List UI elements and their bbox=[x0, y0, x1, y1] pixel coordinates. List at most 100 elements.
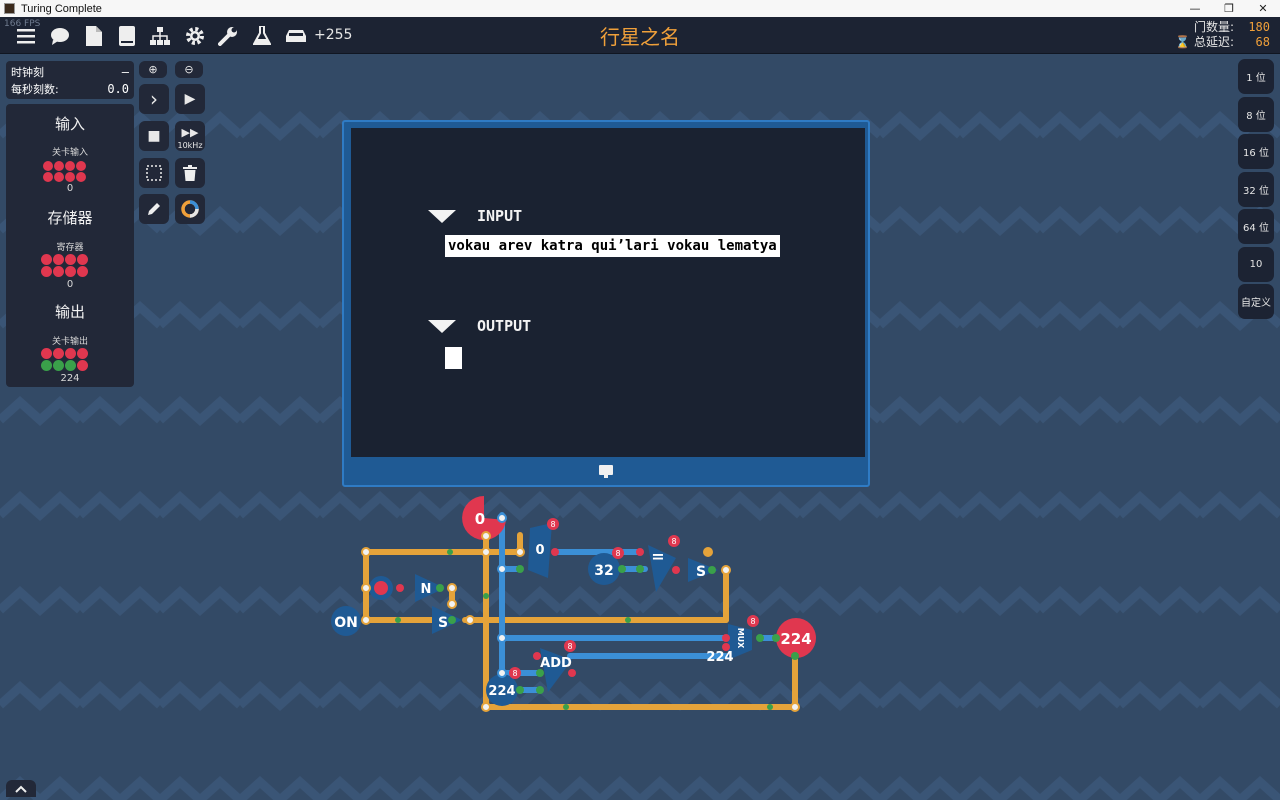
bit-16-button[interactable]: 16 位 bbox=[1238, 134, 1274, 169]
level-output-value: 224 bbox=[60, 373, 80, 384]
tps-value: 0.0 bbox=[107, 82, 129, 96]
color-wheel-icon bbox=[181, 200, 199, 218]
play-icon: ▶ bbox=[184, 91, 196, 107]
menu-icon[interactable] bbox=[15, 25, 37, 47]
close-button[interactable]: ✕ bbox=[1246, 0, 1280, 17]
wrench-icon[interactable] bbox=[217, 25, 239, 47]
fast-forward-button[interactable]: ▶▶ 10kHz bbox=[175, 121, 205, 151]
level-input-label: 关卡输入 bbox=[51, 148, 88, 158]
delete-button[interactable] bbox=[175, 158, 205, 188]
accumulator-node-label: 224 bbox=[488, 684, 515, 699]
zoom-out-icon: ⊖ bbox=[184, 63, 194, 76]
minimize-button[interactable]: — bbox=[1178, 0, 1212, 17]
console-window: INPUT vokau arev katra qui’lari vokau le… bbox=[342, 120, 870, 487]
flask-icon[interactable] bbox=[251, 25, 273, 47]
svg-text:8: 8 bbox=[550, 520, 555, 529]
output-header: OUTPUT bbox=[477, 317, 532, 335]
switch-node-bottom-label: S bbox=[438, 615, 448, 631]
input-text-box: vokau arev katra qui’lari vokau lematya bbox=[445, 235, 780, 257]
gear-icon[interactable] bbox=[184, 25, 206, 47]
svg-text:8: 8 bbox=[671, 537, 676, 546]
mux-input-label: 224 bbox=[706, 650, 733, 665]
pencil-icon bbox=[148, 203, 160, 215]
zoom-out-button[interactable]: ⊖ bbox=[175, 61, 203, 78]
window-title: Turing Complete bbox=[21, 2, 102, 15]
delay-value: 68 bbox=[1255, 35, 1270, 49]
selection-box-icon bbox=[146, 165, 162, 181]
on-switch-label: ON bbox=[334, 615, 358, 631]
document-icon[interactable] bbox=[83, 25, 105, 47]
bit-64-button[interactable]: 64 位 bbox=[1238, 209, 1274, 244]
input-collapse-triangle-icon[interactable] bbox=[428, 210, 456, 223]
level-output-node-label: 224 bbox=[780, 630, 811, 648]
stop-icon: ■ bbox=[147, 128, 161, 144]
wire-junctions bbox=[361, 513, 800, 712]
delay-label: ⌛ 总延迟: bbox=[1175, 35, 1234, 49]
fast-forward-speed-label: 10kHz bbox=[177, 141, 203, 150]
chevron-up-icon bbox=[15, 785, 27, 793]
svg-text:8: 8 bbox=[750, 617, 755, 626]
tps-label: 每秒刻数: bbox=[11, 83, 59, 96]
register-component[interactable] bbox=[41, 254, 88, 277]
chat-icon[interactable] bbox=[49, 25, 71, 47]
fast-forward-icon: ▶▶ bbox=[181, 125, 199, 139]
level-input-value: 0 bbox=[66, 183, 74, 194]
input-section-title: 输入 bbox=[54, 115, 85, 133]
level-input-node-label: 0 bbox=[475, 510, 485, 528]
chevron-right-icon: › bbox=[150, 87, 158, 111]
svg-text:8: 8 bbox=[512, 669, 517, 678]
zoom-in-button[interactable]: ⊕ bbox=[139, 61, 167, 78]
svg-text:8: 8 bbox=[615, 549, 620, 558]
pencil-button[interactable] bbox=[139, 194, 169, 224]
bit-32-button[interactable]: 32 位 bbox=[1238, 172, 1274, 207]
level-output-component[interactable] bbox=[41, 348, 88, 371]
gate-count-label: 门数量: bbox=[1193, 20, 1234, 34]
level-stats: 门数量: 180 ⌛ 总延迟: 68 bbox=[1175, 20, 1270, 50]
register-node-label: 0 bbox=[535, 543, 544, 558]
adder-node-label: ADD bbox=[540, 656, 572, 671]
io-button[interactable]: 10 bbox=[1238, 247, 1274, 282]
output-collapse-triangle-icon[interactable] bbox=[428, 320, 456, 333]
level-input-component[interactable] bbox=[43, 161, 86, 182]
monitor-icon[interactable] bbox=[599, 465, 613, 479]
select-tool-button[interactable] bbox=[139, 158, 169, 188]
not-gate-label: N bbox=[421, 582, 432, 597]
trash-icon bbox=[183, 165, 197, 181]
mux-node-label: MUX bbox=[736, 628, 745, 649]
play-button[interactable]: ▶ bbox=[175, 84, 205, 114]
app-icon bbox=[4, 3, 15, 14]
clock-panel: 时钟刻 – 每秒刻数: 0.0 bbox=[6, 61, 134, 99]
register-value: 0 bbox=[66, 279, 74, 290]
level-title: 行星之名 bbox=[600, 25, 680, 49]
bit-1-button[interactable]: 1 位 bbox=[1238, 59, 1274, 94]
register-label: 寄存器 bbox=[56, 243, 84, 253]
color-picker-button[interactable] bbox=[175, 194, 205, 224]
restore-button[interactable]: ❐ bbox=[1212, 0, 1246, 17]
points-counter: +255 bbox=[314, 27, 353, 43]
switch-node-top-label: S bbox=[696, 564, 706, 580]
hierarchy-icon[interactable] bbox=[149, 25, 171, 47]
custom-button[interactable]: 自定义 bbox=[1238, 284, 1274, 319]
equal-gate-label: = bbox=[651, 547, 664, 566]
step-button[interactable]: › bbox=[139, 84, 169, 114]
inbox-tray-icon[interactable] bbox=[285, 25, 307, 47]
orange-wires bbox=[363, 532, 798, 710]
tick-label: 时钟刻 bbox=[11, 66, 44, 79]
constant-node-label: 32 bbox=[594, 563, 613, 579]
circuit-canvas[interactable]: 0 0 32 = S N ON S MUX 224 ADD 224 224 8 … bbox=[320, 490, 840, 730]
bit-8-button[interactable]: 8 位 bbox=[1238, 97, 1274, 132]
component-panel: 输入 关卡输入 0 存储器 寄存器 0 输出 关卡输出 224 bbox=[6, 104, 134, 387]
zoom-in-icon: ⊕ bbox=[148, 63, 158, 76]
input-header: INPUT bbox=[477, 207, 523, 225]
stop-button[interactable]: ■ bbox=[139, 121, 169, 151]
book-icon[interactable] bbox=[116, 25, 138, 47]
storage-section-title: 存储器 bbox=[47, 209, 93, 227]
output-cursor bbox=[445, 347, 462, 369]
expand-panel-button[interactable] bbox=[6, 780, 36, 797]
gate-count-value: 180 bbox=[1248, 20, 1270, 34]
output-section-title: 输出 bbox=[54, 303, 85, 321]
svg-text:8: 8 bbox=[567, 642, 572, 651]
window-titlebar: Turing Complete — ❐ ✕ bbox=[0, 0, 1280, 17]
level-output-label: 关卡输出 bbox=[51, 337, 88, 347]
tick-value: – bbox=[121, 65, 129, 79]
